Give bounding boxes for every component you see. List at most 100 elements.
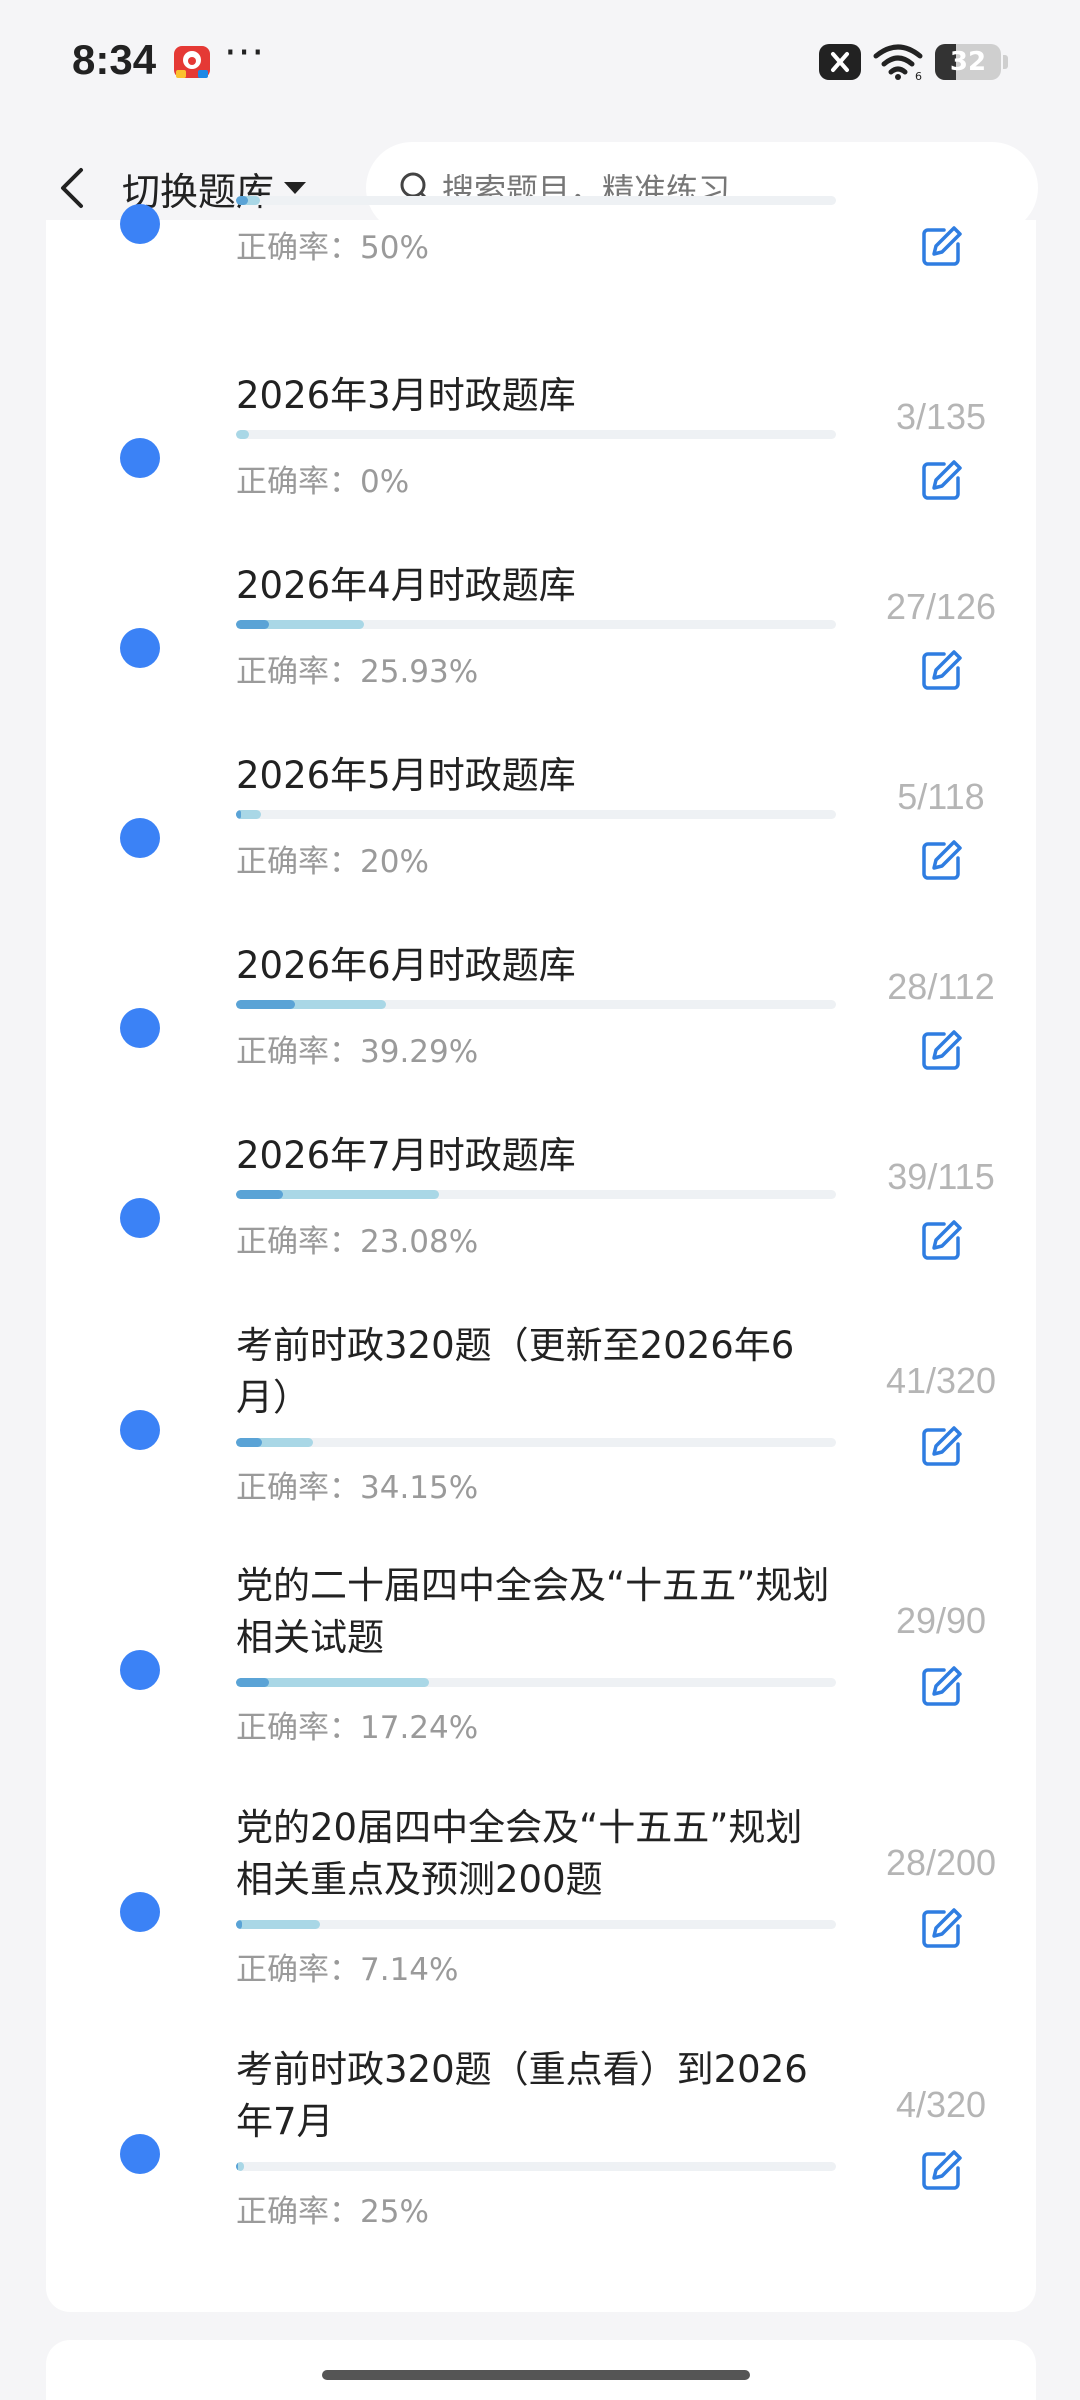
- battery-tip: [1003, 55, 1008, 69]
- item-title: 2026年4月时政题库: [236, 564, 576, 607]
- progress-bar: [236, 1000, 836, 1009]
- list-item[interactable]: 2026年6月时政题库 正确率：39.29% 28/112: [46, 940, 1036, 1120]
- progress-correct-fill: [236, 810, 242, 819]
- list-item[interactable]: 正确率：50%: [46, 136, 1036, 316]
- practice-edit-button[interactable]: [912, 1020, 972, 1080]
- status-dot: [120, 1008, 160, 1048]
- close-box-icon: [819, 44, 861, 80]
- progress-bar: [236, 196, 836, 205]
- progress-correct-fill: [236, 1678, 270, 1687]
- practice-edit-button[interactable]: [912, 450, 972, 510]
- list-item[interactable]: 党的二十届四中全会及“十五五”规划相关试题 正确率：17.24% 29/90: [46, 1560, 1036, 1790]
- accuracy-value: 23.08%: [360, 1224, 479, 1260]
- accuracy-value: 34.15%: [360, 1470, 479, 1506]
- practice-edit-button[interactable]: [912, 1210, 972, 1270]
- progress-count: 4/320: [895, 2084, 987, 2125]
- progress-correct-fill: [236, 1438, 263, 1447]
- progress-count: 28/112: [887, 966, 995, 1007]
- list-item[interactable]: 党的20届四中全会及“十五五”规划相关重点及预测200题正确率：7.14% 28/…: [46, 1802, 1036, 2032]
- list-item[interactable]: 考前时政320题（更新至2026年6月） 正确率：34.15% 41/320: [46, 1320, 1036, 1550]
- status-dot: [120, 1650, 160, 1690]
- item-title: 2026年5月时政题库: [236, 754, 576, 797]
- accuracy-label: 正确率：: [236, 464, 360, 500]
- progress-bar: [236, 1190, 836, 1199]
- accuracy-text: 正确率：17.24%: [236, 1702, 478, 1747]
- list-item[interactable]: 2026年7月时政题库 正确率：23.08% 39/115: [46, 1130, 1036, 1310]
- practice-edit-button[interactable]: [912, 216, 972, 276]
- accuracy-label: 正确率：: [236, 1470, 360, 1506]
- accuracy-text: 正确率：25%: [236, 2186, 429, 2231]
- accuracy-text: 正确率：34.15%: [236, 1462, 478, 1507]
- progress-done-fill: [236, 430, 250, 439]
- accuracy-text: 正确率：25.93%: [236, 646, 478, 691]
- status-dot: [120, 2134, 160, 2174]
- practice-edit-button[interactable]: [912, 1898, 972, 1958]
- accuracy-label: 正确率：: [236, 1952, 360, 1988]
- accuracy-value: 50%: [360, 230, 429, 266]
- status-dot: [120, 818, 160, 858]
- progress-bar: [236, 810, 836, 819]
- practice-edit-button[interactable]: [912, 1416, 972, 1476]
- progress-correct-fill: [236, 1920, 242, 1929]
- accuracy-label: 正确率：: [236, 2194, 360, 2230]
- status-dot: [120, 628, 160, 668]
- progress-done-fill: [236, 1920, 320, 1929]
- progress-count: 28/200: [885, 1842, 997, 1883]
- progress-bar: [236, 620, 836, 629]
- progress-bar: [236, 1678, 836, 1687]
- status-dot: [120, 1892, 160, 1932]
- accuracy-label: 正确率：: [236, 1034, 360, 1070]
- accuracy-value: 0%: [360, 464, 410, 500]
- accuracy-label: 正确率：: [236, 654, 360, 690]
- edit-icon: [922, 1426, 962, 1466]
- accuracy-value: 25.93%: [360, 654, 479, 690]
- item-title: 党的20届四中全会及“十五五”规划相关重点及预测200题: [236, 1806, 803, 1901]
- accuracy-value: 17.24%: [360, 1710, 479, 1746]
- practice-edit-button[interactable]: [912, 1656, 972, 1716]
- accuracy-label: 正确率：: [236, 1224, 360, 1260]
- edit-icon: [922, 460, 962, 500]
- list-item[interactable]: 2026年4月时政题库 正确率：25.93% 27/126: [46, 560, 1036, 740]
- status-bar: 8:34 ··· 6 32: [0, 0, 1080, 128]
- wifi-icon: 6: [873, 44, 923, 81]
- item-title: 2026年7月时政题库: [236, 1134, 576, 1177]
- practice-edit-button[interactable]: [912, 830, 972, 890]
- status-dot: [120, 204, 160, 244]
- progress-bar: [236, 430, 836, 439]
- progress-count: 3/135: [895, 396, 987, 437]
- item-title: 2026年6月时政题库: [236, 944, 576, 987]
- edit-icon: [922, 1030, 962, 1070]
- accuracy-value: 20%: [360, 844, 429, 880]
- svg-text:6: 6: [915, 70, 922, 81]
- list-item[interactable]: 2026年3月时政题库 正确率：0% 3/135: [46, 370, 1036, 550]
- battery-level: 32: [949, 47, 987, 77]
- progress-bar: [236, 1438, 836, 1447]
- edit-icon: [922, 2150, 962, 2190]
- edit-icon: [922, 650, 962, 690]
- status-dot: [120, 1198, 160, 1238]
- list-item[interactable]: 2026年5月时政题库 正确率：20% 5/118: [46, 750, 1036, 930]
- accuracy-text: 正确率：0%: [236, 456, 409, 501]
- accuracy-text: 正确率：50%: [236, 222, 429, 267]
- accuracy-label: 正确率：: [236, 844, 360, 880]
- question-bank-list: 正确率：50% 2026年3月时政题库 正确率：0% 3/135 2026年4月时政题库…: [46, 196, 1036, 2312]
- accuracy-value: 39.29%: [360, 1034, 479, 1070]
- accuracy-text: 正确率：39.29%: [236, 1026, 478, 1071]
- accuracy-label: 正确率：: [236, 1710, 360, 1746]
- list-item[interactable]: 考前时政320题（重点看）到2026年7月 正确率：25% 4/320: [46, 2044, 1036, 2274]
- item-title: 2026年3月时政题库: [236, 374, 576, 417]
- status-time: 8:34: [72, 36, 157, 83]
- progress-count: 39/115: [887, 1156, 995, 1197]
- item-title: [236, 136, 836, 188]
- progress-correct-fill: [236, 1190, 283, 1199]
- status-dot: [120, 438, 160, 478]
- practice-edit-button[interactable]: [912, 2140, 972, 2200]
- progress-bar: [236, 1920, 836, 1929]
- accuracy-text: 正确率：23.08%: [236, 1216, 478, 1261]
- item-title: 考前时政320题（更新至2026年6月）: [236, 1324, 795, 1419]
- home-indicator[interactable]: [322, 2370, 750, 2380]
- practice-edit-button[interactable]: [912, 640, 972, 700]
- edit-icon: [922, 1908, 962, 1948]
- accuracy-text: 正确率：7.14%: [236, 1944, 458, 1989]
- status-dot: [120, 1410, 160, 1450]
